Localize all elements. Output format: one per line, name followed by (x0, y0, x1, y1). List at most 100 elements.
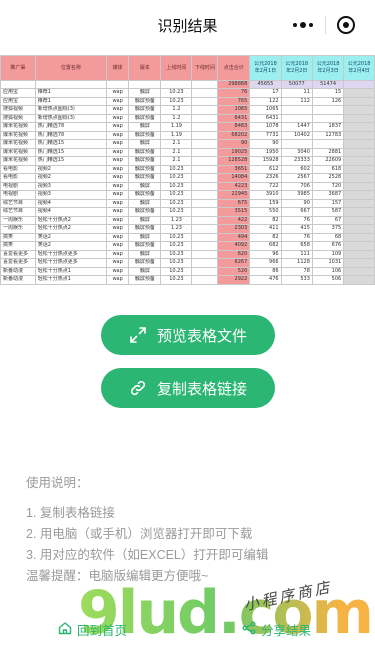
sheet-cell (191, 266, 219, 276)
instructions-heading: 使用说明： (26, 476, 89, 490)
sheet-cell (191, 122, 219, 132)
sheet-cell (343, 249, 375, 259)
sheet-cell: 706 (280, 181, 313, 191)
sheet-cell (191, 96, 219, 106)
sheet-cell: 10.23 (160, 207, 193, 217)
sheet-cell: 587 (311, 207, 345, 217)
sheet-cell: 14084 (217, 173, 251, 183)
sheet-header-cell: 位置名称 (34, 55, 108, 81)
sheet-cell: 10.23 (160, 190, 193, 200)
sheet-cell: 1.23 (160, 224, 193, 234)
sheet-cell: 10.23 (160, 173, 193, 183)
sheet-cell: 618 (311, 164, 345, 174)
preview-sheet-label: 预览表格文件 (156, 327, 247, 345)
spreadsheet-preview[interactable]: 推广渠 位置名称 媒体 版本 上线时间 下线时间 点击合计 公元2018年2月1日 公元2018… (0, 55, 375, 285)
sheet-cell: 热门精选78 (34, 130, 108, 140)
sheet-cell: 10.23 (160, 258, 193, 268)
sheet-cell: wap (106, 122, 130, 132)
back-home-button[interactable]: 回到首页 (58, 620, 127, 639)
sheet-cell: 1447 (280, 122, 313, 132)
sheet-cell: 触屏 (128, 181, 162, 191)
sheet-cell: 2.1 (160, 156, 193, 166)
sheet-cell: wap (106, 181, 130, 191)
sheet-cell: 10402 (280, 130, 313, 140)
sheet-row: 搞笑 笑话2 wap 触屏预备 10.23 4092 682 658 676 (0, 241, 375, 251)
sheet-cell: 10.23 (160, 241, 193, 251)
sheet-cell: 6267 (217, 258, 251, 268)
instruction-step: 1. 复制表格链接 (26, 506, 115, 520)
sheet-cell: 3040 (280, 147, 313, 157)
sheet-row: 应用宝 推荐1 wap 触屏 10.23 76 17 11 15 (0, 88, 375, 98)
sheet-cell: 76 (217, 88, 251, 98)
sheet-cell (343, 113, 375, 123)
sheet-cell: 10.23 (160, 249, 193, 259)
sheet-cell: 电视剧 (0, 181, 36, 191)
sheet-cell (191, 232, 219, 242)
sheet-cell: 1.23 (160, 215, 193, 225)
sheet-cell: 笑话2 (34, 232, 108, 242)
sheet-cell: 10.23 (160, 164, 193, 174)
sheet-cell: 157 (311, 198, 345, 208)
sheet-cell: 1078 (249, 122, 282, 132)
sheet-cell: wap (106, 147, 130, 157)
sheet-cell: 轻松十分热点2 (34, 224, 108, 234)
sheet-cell: 热门精选15 (34, 156, 108, 166)
sheet-header-cell: 上线时间 (160, 55, 193, 81)
copy-link-button[interactable]: 复制表格链接 (101, 368, 275, 408)
sheet-cell: 2922 (217, 275, 251, 285)
sheet-cell: wap (106, 215, 130, 225)
sheet-cell (191, 181, 219, 191)
sheet-cell: 爆米花视频 (0, 139, 36, 149)
sheet-cell: 爆米花视频 (0, 130, 36, 140)
sheet-cell: 550 (249, 207, 282, 217)
sheet-cell: 触屏 (128, 139, 162, 149)
sheet-cell: 触屏 (128, 266, 162, 276)
instruction-step: 3. 用对应的软件（如EXCEL）打开即可编辑 (26, 548, 269, 562)
sheet-cell: 19025 (217, 147, 251, 157)
sheet-cell (343, 164, 375, 174)
sheet-cell (343, 224, 375, 234)
sheet-cell: 90 (249, 139, 282, 149)
back-home-label: 回到首页 (77, 624, 128, 638)
sheet-cell: 看电影 (0, 173, 36, 183)
sheet-cell (191, 215, 219, 225)
sheet-cell: 1950 (249, 147, 282, 157)
sheet-cell: 111 (280, 249, 313, 259)
preview-sheet-button[interactable]: 预览表格文件 (101, 315, 275, 355)
sheet-cell: 22609 (311, 156, 345, 166)
sheet-cell: 触屏预备 (128, 275, 162, 285)
sheet-cell (191, 164, 219, 174)
sheet-cell: wap (106, 198, 130, 208)
sheet-cell: 新番动漫 (0, 266, 36, 276)
sheet-cell: 10.23 (160, 88, 193, 98)
sheet-row: 爆米花视频 热门精选15 wap 触屏 2.1 90 90 (0, 139, 375, 149)
share-result-button[interactable]: 分享结果 (242, 620, 311, 639)
sheet-cell: 106 (311, 266, 345, 276)
sheet-cell: 15928 (249, 156, 282, 166)
target-icon[interactable] (337, 16, 355, 34)
sheet-row: 电视剧 视频3 wap 触屏预备 10.23 22945 3910 3985 3687 (0, 190, 375, 200)
sheet-cell: 682 (249, 241, 282, 251)
sheet-cell: 触屏预备 (128, 224, 162, 234)
sheet-cell: 轻松十分热点更多 (34, 258, 108, 268)
sheet-cell: 1837 (311, 122, 345, 132)
sheet-cell: 17 (249, 88, 282, 98)
sheet-cell: 298868 (217, 80, 251, 89)
more-dots-icon[interactable] (293, 22, 313, 28)
sheet-row: 综艺节目 视频4 wap 触屏 10.23 675 159 90 157 (0, 198, 375, 208)
sheet-cell: 658 (280, 241, 313, 251)
sheet-cell: wap (106, 156, 130, 166)
sheet-cell: wap (106, 88, 130, 98)
sheet-cell: 4223 (217, 181, 251, 191)
sheet-cell: 122 (249, 96, 282, 106)
sheet-cell: 667 (280, 207, 313, 217)
sheet-cell: 推荐1 (34, 88, 108, 98)
sheet-cell (343, 258, 375, 268)
sheet-row: 一周娱乐 轻松十分热点2 wap 触屏 1.23 422 82 76 67 (0, 215, 375, 225)
sheet-row: 搜狐视频 新增热点图标(3) wap 触屏预备 1.2 6431 6431 (0, 113, 375, 123)
sheet-cell (343, 181, 375, 191)
sheet-cell (343, 241, 375, 251)
sheet-cell: 触屏预备 (128, 164, 162, 174)
sheet-cell: 视频3 (34, 190, 108, 200)
sheet-cell (191, 130, 219, 140)
